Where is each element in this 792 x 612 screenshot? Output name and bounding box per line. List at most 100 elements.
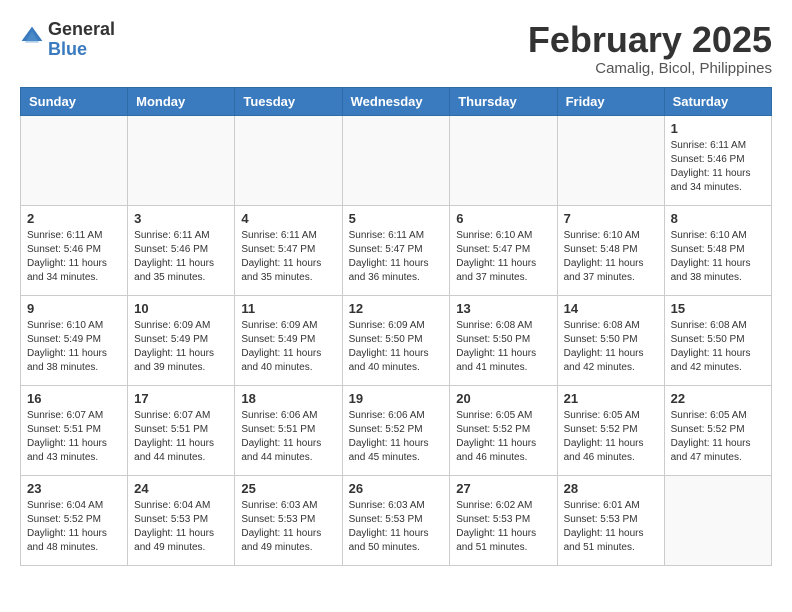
day-number: 24	[134, 481, 228, 496]
day-cell: 20 Sunrise: 6:05 AM Sunset: 5:52 PM Dayli…	[450, 385, 557, 475]
day-number: 15	[671, 301, 765, 316]
weekday-header-friday: Friday	[557, 87, 664, 115]
day-number: 4	[241, 211, 335, 226]
day-info: Sunrise: 6:08 AM Sunset: 5:50 PM Dayligh…	[456, 319, 550, 375]
day-info: Sunrise: 6:02 AM Sunset: 5:53 PM Dayligh…	[456, 499, 550, 555]
day-cell	[664, 475, 771, 565]
logo: General Blue	[20, 20, 115, 60]
day-number: 18	[241, 391, 335, 406]
day-info: Sunrise: 6:10 AM Sunset: 5:47 PM Dayligh…	[456, 229, 550, 285]
day-cell: 13 Sunrise: 6:08 AM Sunset: 5:50 PM Dayli…	[450, 295, 557, 385]
day-number: 9	[27, 301, 121, 316]
day-number: 11	[241, 301, 335, 316]
day-cell: 24 Sunrise: 6:04 AM Sunset: 5:53 PM Dayli…	[128, 475, 235, 565]
day-cell: 21 Sunrise: 6:05 AM Sunset: 5:52 PM Dayli…	[557, 385, 664, 475]
week-row-5: 23Sunrise: 6:04 AM Sunset: 5:52 PM Dayli…	[21, 475, 772, 565]
day-cell	[21, 115, 128, 205]
day-cell: 3 Sunrise: 6:11 AM Sunset: 5:46 PM Daylig…	[128, 205, 235, 295]
day-number: 2	[27, 211, 121, 226]
day-cell: 9Sunrise: 6:10 AM Sunset: 5:49 PM Daylig…	[21, 295, 128, 385]
day-info: Sunrise: 6:04 AM Sunset: 5:53 PM Dayligh…	[134, 499, 228, 555]
day-cell: 28Sunrise: 6:01 AM Sunset: 5:53 PM Dayli…	[557, 475, 664, 565]
day-info: Sunrise: 6:06 AM Sunset: 5:51 PM Dayligh…	[241, 409, 335, 465]
weekday-header-sunday: Sunday	[21, 87, 128, 115]
day-number: 19	[349, 391, 444, 406]
week-row-3: 9Sunrise: 6:10 AM Sunset: 5:49 PM Daylig…	[21, 295, 772, 385]
logo-icon	[20, 25, 44, 49]
day-info: Sunrise: 6:03 AM Sunset: 5:53 PM Dayligh…	[349, 499, 444, 555]
day-info: Sunrise: 6:05 AM Sunset: 5:52 PM Dayligh…	[564, 409, 658, 465]
day-cell: 26 Sunrise: 6:03 AM Sunset: 5:53 PM Dayli…	[342, 475, 450, 565]
day-info: Sunrise: 6:10 AM Sunset: 5:48 PM Dayligh…	[671, 229, 765, 285]
day-cell	[450, 115, 557, 205]
day-cell: 22 Sunrise: 6:05 AM Sunset: 5:52 PM Dayli…	[664, 385, 771, 475]
title-block: February 2025 Camalig, Bicol, Philippine…	[528, 20, 772, 77]
day-number: 7	[564, 211, 658, 226]
day-info: Sunrise: 6:11 AM Sunset: 5:47 PM Dayligh…	[241, 229, 335, 285]
weekday-header-monday: Monday	[128, 87, 235, 115]
day-number: 25	[241, 481, 335, 496]
day-cell: 27 Sunrise: 6:02 AM Sunset: 5:53 PM Dayli…	[450, 475, 557, 565]
day-cell: 4 Sunrise: 6:11 AM Sunset: 5:47 PM Daylig…	[235, 205, 342, 295]
day-cell	[557, 115, 664, 205]
day-cell: 19Sunrise: 6:06 AM Sunset: 5:52 PM Dayli…	[342, 385, 450, 475]
day-number: 27	[456, 481, 550, 496]
day-info: Sunrise: 6:11 AM Sunset: 5:46 PM Dayligh…	[134, 229, 228, 285]
logo-general-text: General	[48, 19, 115, 39]
week-row-1: 1Sunrise: 6:11 AM Sunset: 5:46 PM Daylig…	[21, 115, 772, 205]
day-cell: 10 Sunrise: 6:09 AM Sunset: 5:49 PM Dayli…	[128, 295, 235, 385]
day-number: 22	[671, 391, 765, 406]
day-cell: 17Sunrise: 6:07 AM Sunset: 5:51 PM Dayli…	[128, 385, 235, 475]
day-number: 10	[134, 301, 228, 316]
day-number: 5	[349, 211, 444, 226]
day-info: Sunrise: 6:07 AM Sunset: 5:51 PM Dayligh…	[27, 409, 121, 465]
day-info: Sunrise: 6:05 AM Sunset: 5:52 PM Dayligh…	[671, 409, 765, 465]
day-info: Sunrise: 6:03 AM Sunset: 5:53 PM Dayligh…	[241, 499, 335, 555]
day-info: Sunrise: 6:11 AM Sunset: 5:47 PM Dayligh…	[349, 229, 444, 285]
weekday-header-thursday: Thursday	[450, 87, 557, 115]
day-cell: 15Sunrise: 6:08 AM Sunset: 5:50 PM Dayli…	[664, 295, 771, 385]
day-cell	[128, 115, 235, 205]
day-info: Sunrise: 6:11 AM Sunset: 5:46 PM Dayligh…	[27, 229, 121, 285]
calendar-table: SundayMondayTuesdayWednesdayThursdayFrid…	[20, 87, 772, 566]
day-number: 13	[456, 301, 550, 316]
weekday-header-saturday: Saturday	[664, 87, 771, 115]
day-info: Sunrise: 6:09 AM Sunset: 5:49 PM Dayligh…	[134, 319, 228, 375]
day-cell: 7 Sunrise: 6:10 AM Sunset: 5:48 PM Daylig…	[557, 205, 664, 295]
weekday-header-wednesday: Wednesday	[342, 87, 450, 115]
month-year: February 2025	[528, 20, 772, 60]
day-number: 21	[564, 391, 658, 406]
day-cell: 1Sunrise: 6:11 AM Sunset: 5:46 PM Daylig…	[664, 115, 771, 205]
week-row-4: 16 Sunrise: 6:07 AM Sunset: 5:51 PM Dayli…	[21, 385, 772, 475]
week-row-2: 2 Sunrise: 6:11 AM Sunset: 5:46 PM Daylig…	[21, 205, 772, 295]
page-header: General Blue February 2025 Camalig, Bico…	[20, 20, 772, 77]
day-cell: 12Sunrise: 6:09 AM Sunset: 5:50 PM Dayli…	[342, 295, 450, 385]
day-cell: 5 Sunrise: 6:11 AM Sunset: 5:47 PM Daylig…	[342, 205, 450, 295]
day-number: 20	[456, 391, 550, 406]
weekday-header-tuesday: Tuesday	[235, 87, 342, 115]
day-number: 14	[564, 301, 658, 316]
day-cell: 11 Sunrise: 6:09 AM Sunset: 5:49 PM Dayli…	[235, 295, 342, 385]
day-info: Sunrise: 6:05 AM Sunset: 5:52 PM Dayligh…	[456, 409, 550, 465]
day-info: Sunrise: 6:04 AM Sunset: 5:52 PM Dayligh…	[27, 499, 121, 555]
day-number: 16	[27, 391, 121, 406]
weekday-header-row: SundayMondayTuesdayWednesdayThursdayFrid…	[21, 87, 772, 115]
day-number: 1	[671, 121, 765, 136]
day-cell: 2 Sunrise: 6:11 AM Sunset: 5:46 PM Daylig…	[21, 205, 128, 295]
day-number: 26	[349, 481, 444, 496]
day-number: 12	[349, 301, 444, 316]
location: Camalig, Bicol, Philippines	[528, 60, 772, 77]
day-info: Sunrise: 6:08 AM Sunset: 5:50 PM Dayligh…	[564, 319, 658, 375]
day-cell: 18 Sunrise: 6:06 AM Sunset: 5:51 PM Dayli…	[235, 385, 342, 475]
logo-blue-text: Blue	[48, 39, 87, 59]
day-cell: 25 Sunrise: 6:03 AM Sunset: 5:53 PM Dayli…	[235, 475, 342, 565]
day-info: Sunrise: 6:09 AM Sunset: 5:49 PM Dayligh…	[241, 319, 335, 375]
day-cell: 6 Sunrise: 6:10 AM Sunset: 5:47 PM Daylig…	[450, 205, 557, 295]
day-cell	[235, 115, 342, 205]
day-number: 3	[134, 211, 228, 226]
day-info: Sunrise: 6:10 AM Sunset: 5:48 PM Dayligh…	[564, 229, 658, 285]
day-info: Sunrise: 6:07 AM Sunset: 5:51 PM Dayligh…	[134, 409, 228, 465]
day-cell: 23Sunrise: 6:04 AM Sunset: 5:52 PM Dayli…	[21, 475, 128, 565]
day-number: 6	[456, 211, 550, 226]
day-cell: 14 Sunrise: 6:08 AM Sunset: 5:50 PM Dayli…	[557, 295, 664, 385]
